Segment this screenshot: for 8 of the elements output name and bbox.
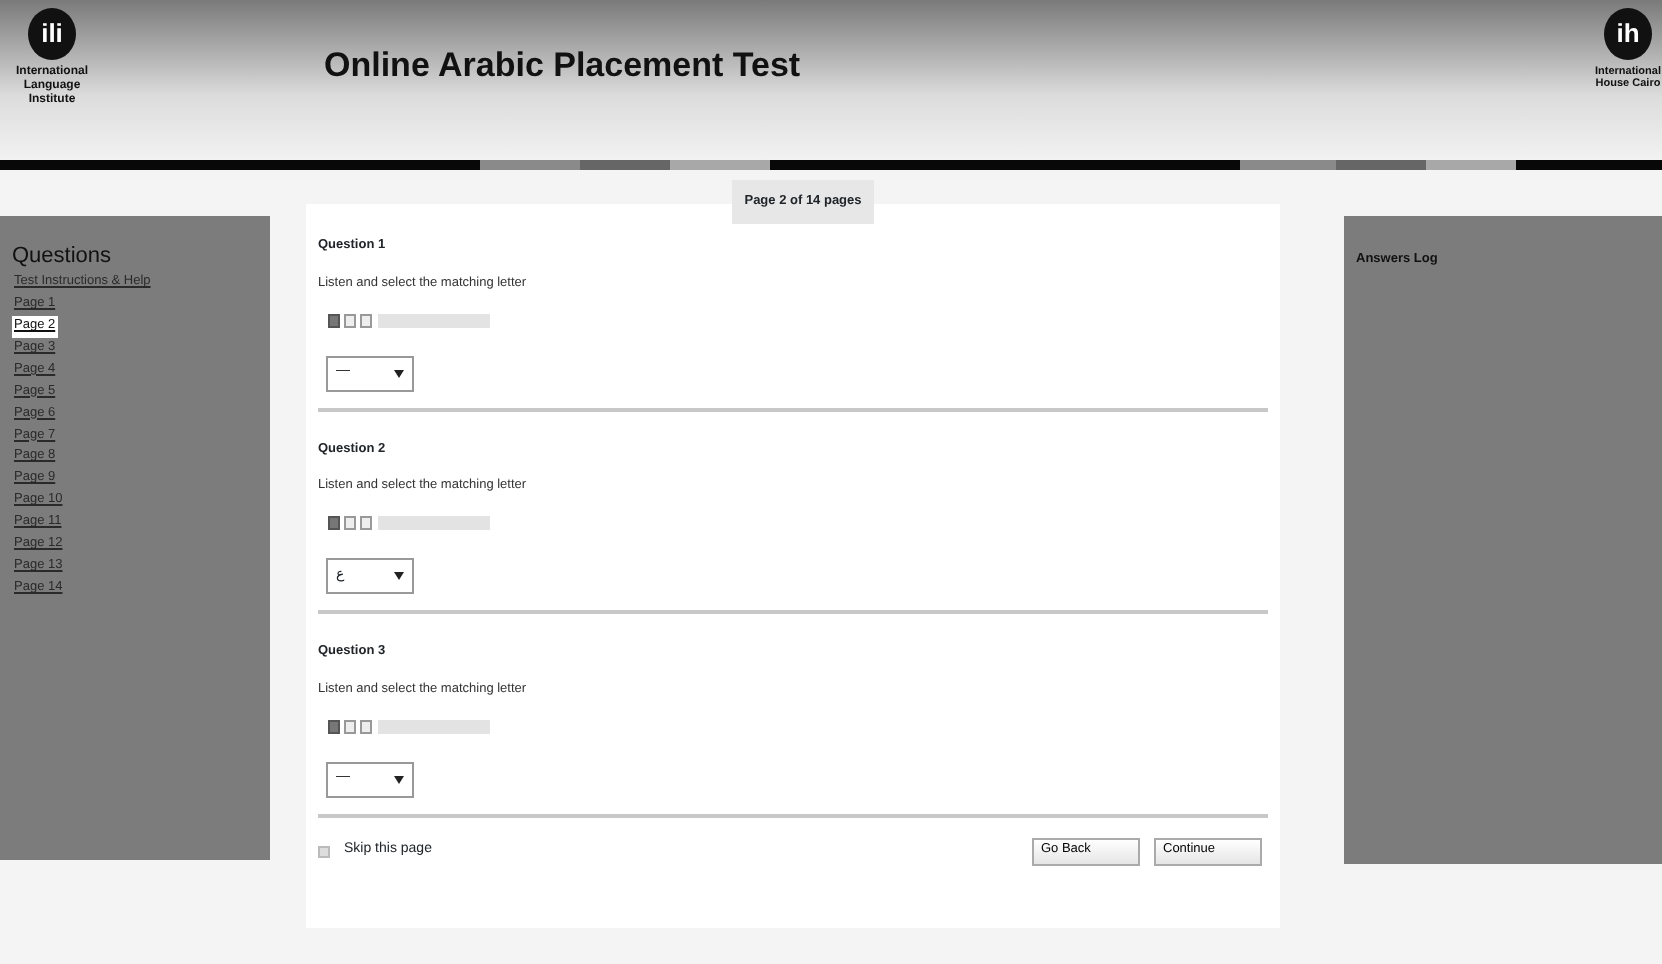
caret-icon: [394, 572, 404, 580]
skip-checkbox[interactable]: [318, 845, 330, 857]
caret-icon: [394, 369, 404, 377]
right-logo-icon: ih: [1604, 8, 1652, 60]
caret-icon: [394, 775, 404, 783]
left-logo-icon: ili: [28, 8, 76, 60]
sidebar-title: Questions: [12, 244, 114, 271]
page-title: Online Arabic Placement Test: [324, 44, 801, 88]
